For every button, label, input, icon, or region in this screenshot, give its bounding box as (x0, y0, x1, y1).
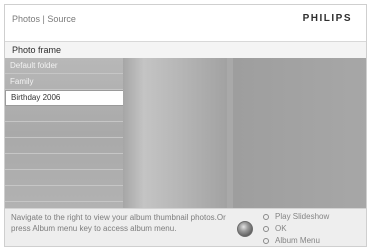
breadcrumb: Photos | Source (12, 14, 76, 24)
play-slideshow-option: Play Slideshow (263, 212, 329, 221)
album-item-family[interactable]: Family (5, 74, 123, 90)
album-thumbnail-preview[interactable] (123, 58, 227, 208)
album-menu-option: Album Menu (263, 236, 320, 245)
help-text: Navigate to the right to view your album… (11, 213, 226, 233)
ok-knob-icon (237, 221, 253, 237)
option-label: Play Slideshow (275, 212, 330, 221)
option-label: Album Menu (275, 236, 320, 245)
album-item-birthday-2006[interactable]: Birthday 2006 (5, 90, 124, 106)
photo-frame-screen: Photos | Source PHILIPS Photo frame Defa… (4, 4, 367, 247)
album-item-empty[interactable] (5, 170, 123, 186)
circle-outline-icon (263, 213, 269, 220)
album-item-default-folder[interactable]: Default folder (5, 58, 123, 74)
section-title: Photo frame (12, 45, 62, 55)
album-item-label: Default folder (10, 61, 58, 70)
album-item-empty[interactable] (5, 186, 123, 202)
album-thumbnail-preview-next[interactable] (233, 58, 366, 208)
album-item-label: Birthday 2006 (11, 93, 61, 102)
content-area: Default folder Family Birthday 2006 (5, 58, 366, 208)
footer-help-bar: Navigate to the right to view your album… (5, 208, 366, 246)
option-label: OK (275, 224, 287, 233)
album-list: Default folder Family Birthday 2006 (5, 58, 124, 208)
album-item-empty[interactable] (5, 138, 123, 154)
album-item-empty[interactable] (5, 154, 123, 170)
header-bar: Photos | Source PHILIPS (5, 5, 366, 42)
circle-outline-icon (263, 225, 269, 232)
ok-option: OK (263, 224, 287, 233)
album-item-empty[interactable] (5, 106, 123, 122)
album-item-empty[interactable] (5, 122, 123, 138)
album-item-label: Family (10, 77, 34, 86)
brand-logo: PHILIPS (302, 13, 352, 24)
circle-outline-icon (263, 237, 269, 244)
